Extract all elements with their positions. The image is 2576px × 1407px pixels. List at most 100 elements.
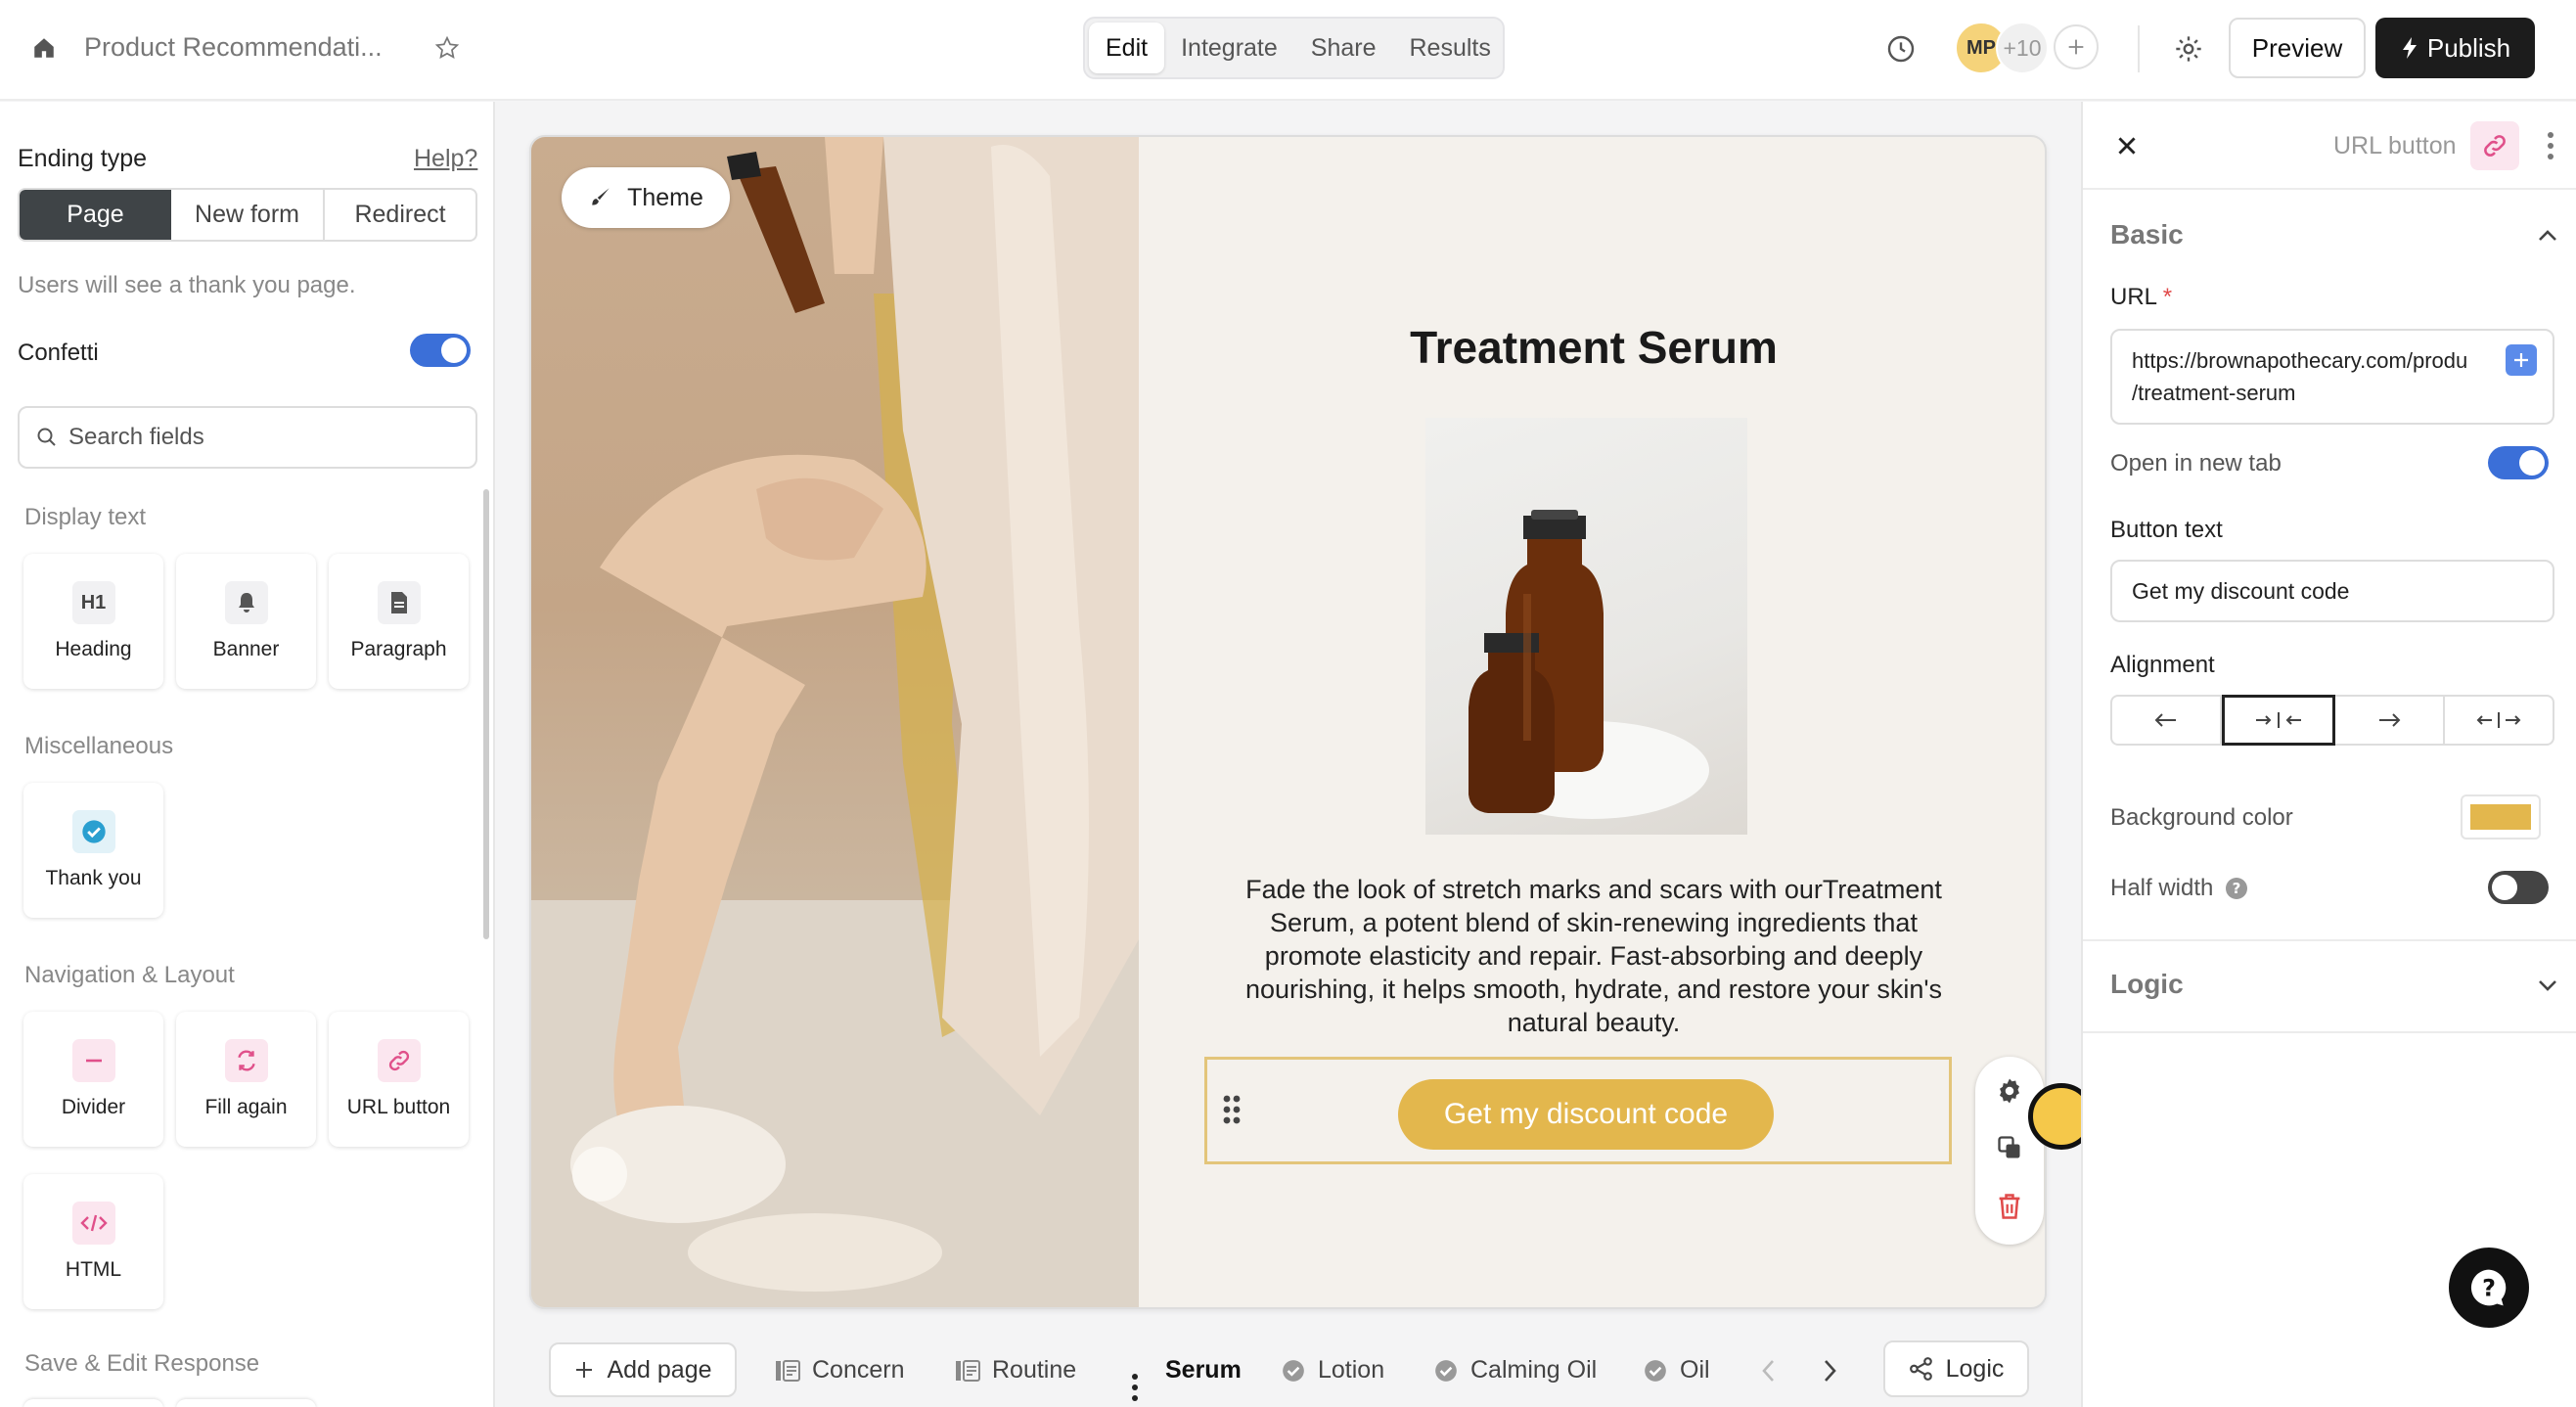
duplicate-icon[interactable] xyxy=(1993,1131,2026,1164)
collaborators-count[interactable]: +10 xyxy=(1996,22,2049,74)
publish-button[interactable]: Publish xyxy=(2375,18,2535,78)
document-icon xyxy=(377,581,421,624)
add-page-label: Add page xyxy=(607,1355,712,1384)
ending-type-label: Ending type xyxy=(18,145,148,172)
tile-banner[interactable]: Banner xyxy=(176,554,316,689)
align-center-icon[interactable] xyxy=(2222,695,2335,746)
block-settings-icon[interactable] xyxy=(1993,1074,2026,1108)
page-tab-serum[interactable]: Serum xyxy=(1165,1356,1242,1384)
more-vertical-icon[interactable] xyxy=(1131,1373,1139,1402)
theme-label: Theme xyxy=(627,183,703,211)
chevron-right-icon[interactable] xyxy=(1822,1358,1837,1384)
tab-edit[interactable]: Edit xyxy=(1089,23,1165,73)
url-input[interactable]: https://brownapothecary.com/produ /treat… xyxy=(2110,329,2554,425)
link-icon xyxy=(377,1039,421,1082)
tab-results[interactable]: Results xyxy=(1393,23,1508,73)
left-panel: Ending type Help? Page New form Redirect… xyxy=(0,102,495,1407)
add-page-button[interactable]: Add page xyxy=(549,1342,737,1397)
check-circle-icon xyxy=(71,810,115,853)
page-tab-label: Calming Oil xyxy=(1470,1356,1598,1384)
align-left-icon[interactable] xyxy=(2112,697,2222,744)
section-miscellaneous: Miscellaneous xyxy=(24,733,174,759)
confetti-toggle[interactable] xyxy=(410,334,471,367)
add-variable-icon[interactable] xyxy=(2506,344,2537,376)
ending-hint: Users will see a thank you page. xyxy=(18,272,356,298)
tile-partial[interactable] xyxy=(23,1399,163,1407)
share-nodes-icon xyxy=(1909,1357,1932,1381)
scrollbar[interactable] xyxy=(483,489,489,939)
page-tab-lotion[interactable]: Lotion xyxy=(1281,1356,1384,1384)
background-color-picker[interactable] xyxy=(2461,794,2541,840)
page-tab-calming-oil[interactable]: Calming Oil xyxy=(1433,1356,1597,1384)
mode-tabs: Edit Integrate Share Results xyxy=(1083,17,1505,79)
check-circle-icon xyxy=(1435,1359,1457,1382)
tile-fill-again[interactable]: Fill again xyxy=(176,1012,316,1147)
half-width-toggle[interactable] xyxy=(2488,871,2549,904)
align-right-icon[interactable] xyxy=(2335,697,2445,744)
delete-icon[interactable] xyxy=(1993,1190,2026,1223)
chevron-down-icon[interactable] xyxy=(2535,973,2560,998)
ending-type-selector: Page New form Redirect xyxy=(18,188,477,242)
tile-divider[interactable]: Divider xyxy=(23,1012,163,1147)
page-heading[interactable]: Treatment Serum xyxy=(1139,321,2045,374)
theme-button[interactable]: Theme xyxy=(562,167,730,228)
chevron-up-icon[interactable] xyxy=(2535,223,2560,249)
tile-partial[interactable] xyxy=(176,1399,316,1407)
tab-integrate[interactable]: Integrate xyxy=(1164,23,1294,73)
help-chat-button[interactable]: ? xyxy=(2449,1248,2529,1328)
ending-option-new-form[interactable]: New form xyxy=(171,190,325,240)
alignment-label: Alignment xyxy=(2110,652,2215,678)
home-icon[interactable] xyxy=(27,31,61,65)
tile-url-button[interactable]: URL button xyxy=(329,1012,469,1147)
preview-button[interactable]: Preview xyxy=(2229,18,2366,78)
divider xyxy=(2083,1031,2576,1033)
page-tab-label: Concern xyxy=(812,1356,905,1384)
tile-heading[interactable]: H1 Heading xyxy=(23,554,163,689)
logic-section-title[interactable]: Logic xyxy=(2110,969,2184,1000)
divider xyxy=(2083,939,2576,941)
form-title[interactable]: Product Recommendati... xyxy=(84,32,383,63)
button-text-input[interactable]: Get my discount code xyxy=(2110,560,2554,622)
tile-html[interactable]: HTML xyxy=(23,1174,163,1309)
product-image xyxy=(1425,418,1747,835)
url-value-line2: /treatment-serum xyxy=(2132,381,2296,405)
close-icon[interactable] xyxy=(2110,129,2144,162)
align-justify-icon[interactable] xyxy=(2445,697,2553,744)
heading-icon: H1 xyxy=(71,581,115,624)
tile-label: Fill again xyxy=(204,1096,288,1118)
help-circle-icon[interactable]: ? xyxy=(2225,877,2248,900)
page-tab-label: Routine xyxy=(992,1356,1077,1384)
divider xyxy=(2083,188,2576,190)
star-icon[interactable] xyxy=(430,31,464,65)
hero-photo xyxy=(531,137,1139,1307)
chevron-left-icon[interactable] xyxy=(1761,1358,1777,1384)
link-icon xyxy=(2470,121,2519,170)
page-tab-concern[interactable]: Concern xyxy=(775,1356,905,1384)
tile-label: URL button xyxy=(346,1096,451,1118)
hero-image xyxy=(531,137,1139,1307)
drag-handle-icon[interactable] xyxy=(1222,1094,1242,1125)
help-link[interactable]: Help? xyxy=(414,145,477,173)
page-tab-routine[interactable]: Routine xyxy=(955,1356,1076,1384)
open-new-tab-toggle[interactable] xyxy=(2488,446,2549,479)
more-vertical-icon[interactable] xyxy=(2547,131,2554,160)
ending-option-page[interactable]: Page xyxy=(20,190,171,240)
bell-icon xyxy=(224,581,268,624)
tile-paragraph[interactable]: Paragraph xyxy=(329,554,469,689)
search-input[interactable]: Search fields xyxy=(18,406,477,469)
logic-button[interactable]: Logic xyxy=(1883,1340,2029,1397)
section-navigation-layout: Navigation & Layout xyxy=(24,962,235,988)
add-collaborator-icon[interactable] xyxy=(2054,24,2099,69)
discount-code-button[interactable]: Get my discount code xyxy=(1398,1079,1774,1150)
history-icon[interactable] xyxy=(1882,30,1920,68)
settings-icon[interactable] xyxy=(2170,30,2207,68)
block-toolbar xyxy=(1975,1057,2044,1245)
ending-option-redirect[interactable]: Redirect xyxy=(325,190,475,240)
page-paragraph[interactable]: Fade the look of stretch marks and scars… xyxy=(1237,873,1951,1039)
tile-thank-you[interactable]: Thank you xyxy=(23,783,163,918)
tab-share[interactable]: Share xyxy=(1294,23,1393,73)
basic-section-title[interactable]: Basic xyxy=(2110,219,2184,250)
svg-text:?: ? xyxy=(2233,880,2241,897)
page-tab-oil[interactable]: Oil xyxy=(1643,1356,1710,1384)
plus-icon xyxy=(576,1362,593,1378)
